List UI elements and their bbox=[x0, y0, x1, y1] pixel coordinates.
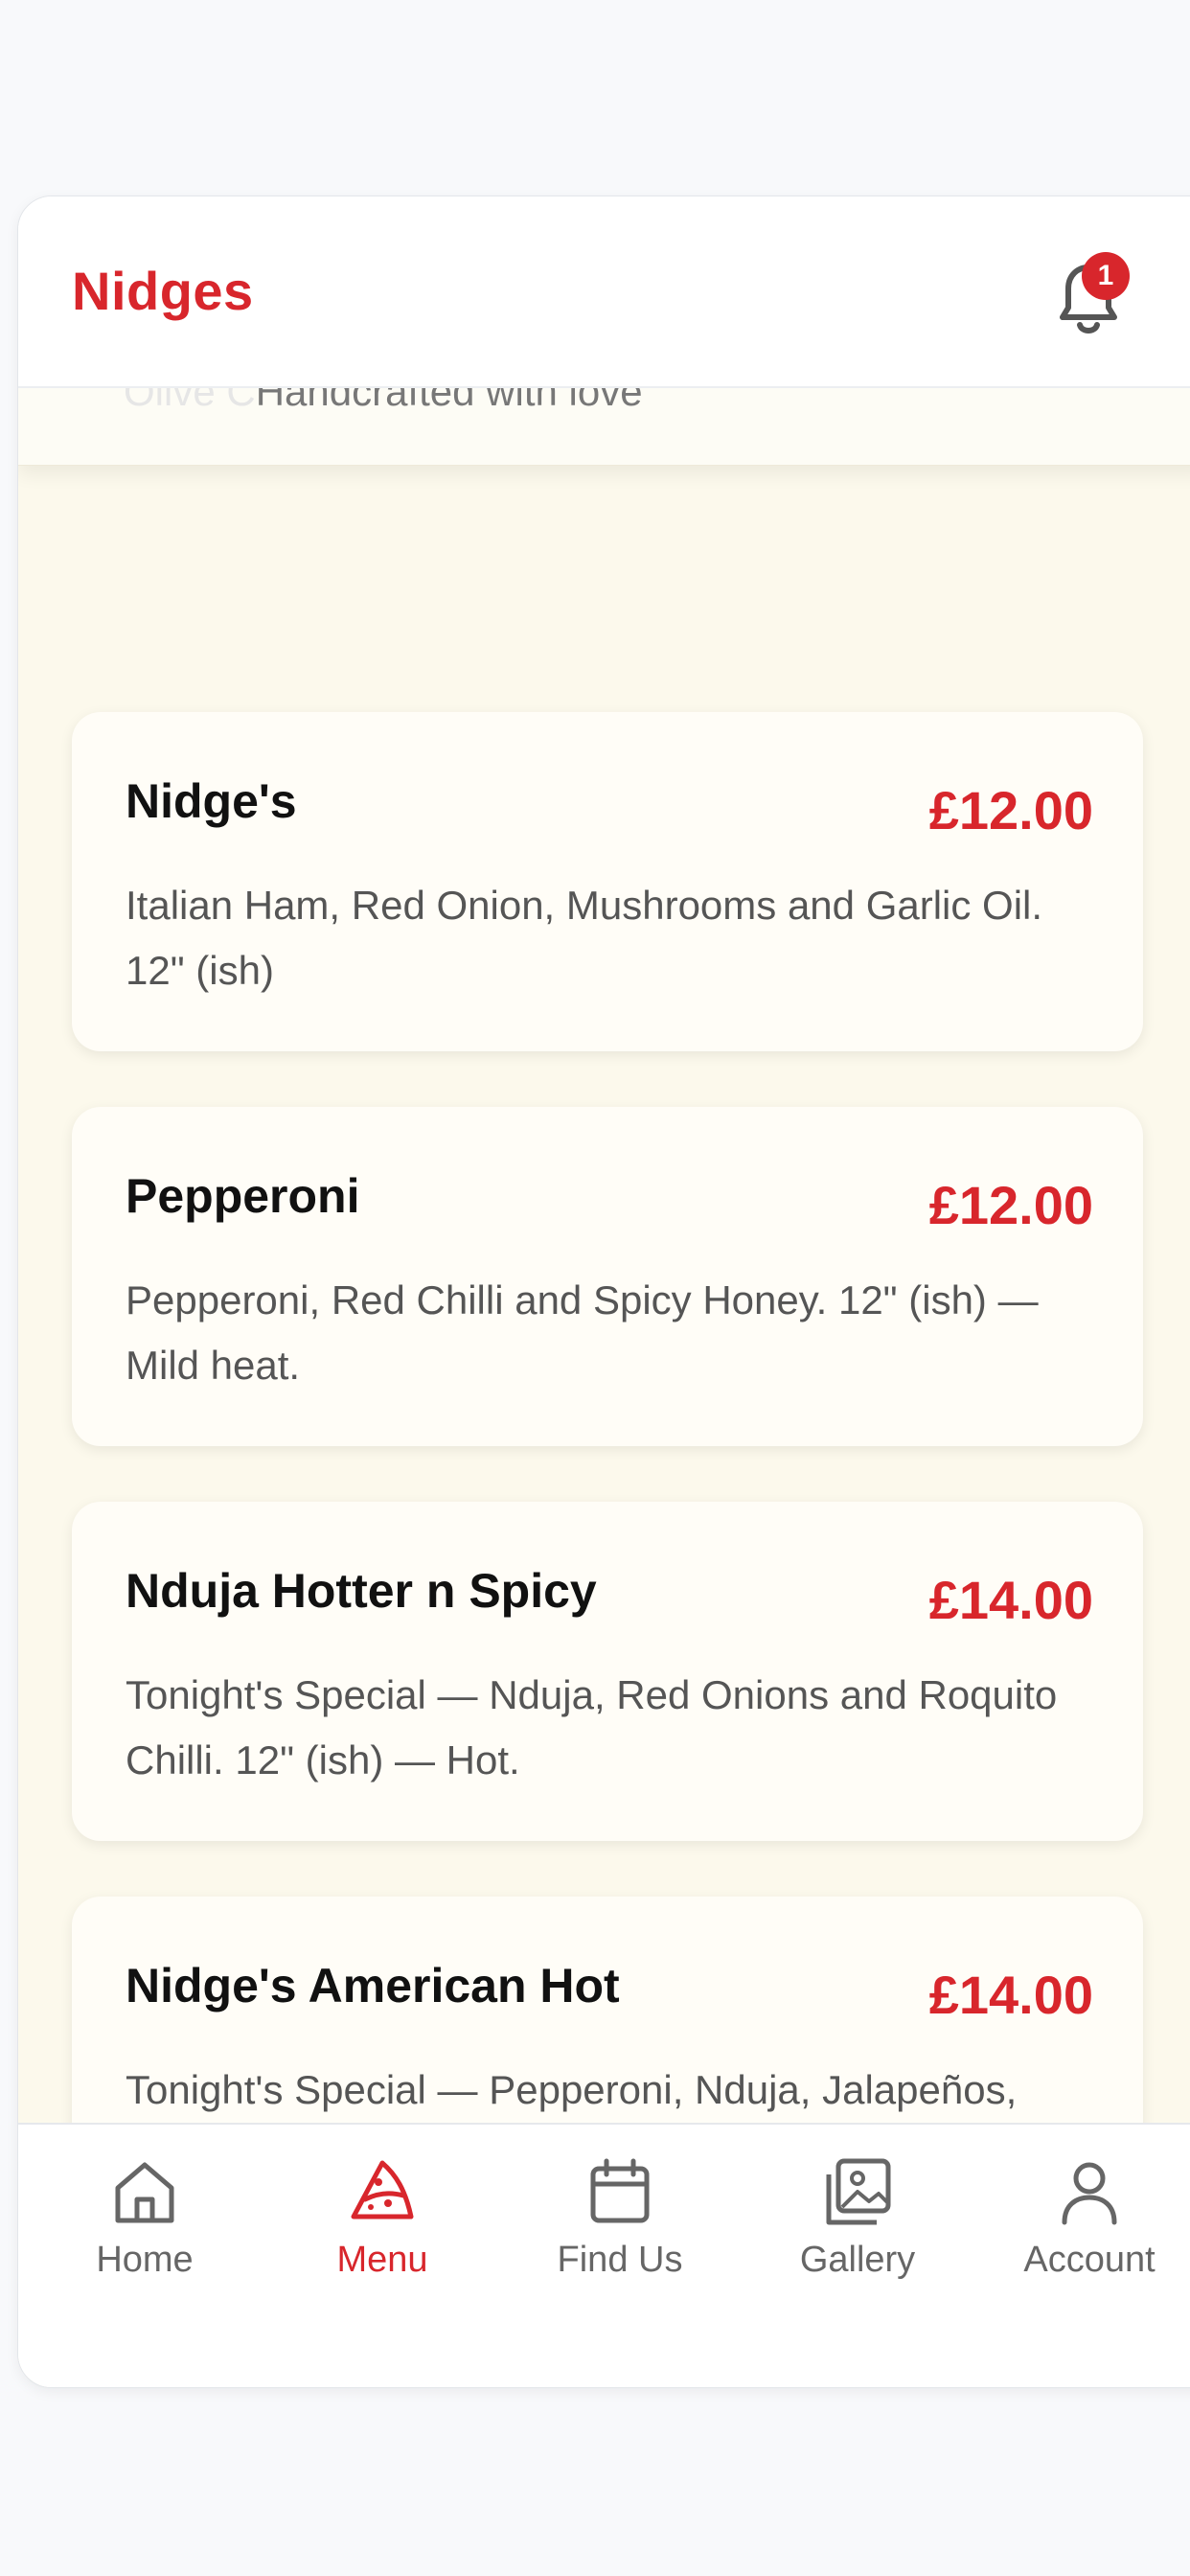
item-description: Pepperoni, Red Chilli and Spicy Honey. 1… bbox=[126, 1277, 1039, 1388]
user-icon bbox=[1062, 2162, 1117, 2225]
tab-menu[interactable]: Menu bbox=[277, 2153, 488, 2326]
brand-title: Nidges bbox=[72, 261, 254, 321]
tab-account[interactable]: Account bbox=[984, 2153, 1190, 2326]
tab-find-us[interactable]: Find Us bbox=[515, 2153, 725, 2326]
tab-label: Find Us bbox=[557, 2240, 683, 2280]
tab-label: Home bbox=[96, 2240, 194, 2280]
item-price: £12.00 bbox=[928, 780, 1093, 840]
item-name: Nidge's American Hot bbox=[126, 1959, 620, 2012]
hero-peek: Olive CHandcrafted with love bbox=[18, 388, 1190, 466]
item-price: £14.00 bbox=[928, 1570, 1093, 1630]
app-frame: Nidges 1 Olive CHandcrafted with love Ni… bbox=[17, 196, 1190, 2388]
item-price: £12.00 bbox=[928, 1175, 1093, 1235]
bottom-tab-bar: Home Menu Find Us Gallery Account bbox=[18, 2123, 1190, 2387]
item-description: Italian Ham, Red Onion, Mushrooms and Ga… bbox=[126, 883, 1043, 993]
menu-item-card[interactable]: Nduja Hotter n Spicy £14.00 Tonight's Sp… bbox=[72, 1502, 1143, 1841]
menu-item-card[interactable]: Nidge's £12.00 Italian Ham, Red Onion, M… bbox=[72, 712, 1143, 1051]
calendar-icon bbox=[590, 2158, 650, 2223]
item-name: Pepperoni bbox=[126, 1169, 360, 1223]
menu-list: Nidge's £12.00 Italian Ham, Red Onion, M… bbox=[18, 465, 1190, 2387]
app-header: Nidges 1 bbox=[18, 196, 1190, 388]
tab-home[interactable]: Home bbox=[39, 2153, 250, 2326]
tab-label: Account bbox=[1023, 2240, 1156, 2280]
peek-faded-text: Olive C bbox=[124, 388, 256, 414]
pizza-icon bbox=[351, 2160, 414, 2220]
item-price: £14.00 bbox=[928, 1965, 1093, 2025]
item-description: Tonight's Special — Nduja, Red Onions an… bbox=[126, 1672, 1058, 1782]
notification-badge: 1 bbox=[1082, 252, 1130, 300]
item-name: Nduja Hotter n Spicy bbox=[126, 1564, 597, 1618]
item-name: Nidge's bbox=[126, 774, 297, 828]
tab-label: Gallery bbox=[799, 2240, 916, 2280]
home-icon bbox=[115, 2162, 174, 2223]
menu-item-card[interactable]: Pepperoni £12.00 Pepperoni, Red Chilli a… bbox=[72, 1107, 1143, 1446]
tab-label: Menu bbox=[336, 2240, 428, 2280]
tab-gallery[interactable]: Gallery bbox=[752, 2153, 963, 2326]
peek-tagline: Handcrafted with love bbox=[255, 388, 643, 414]
gallery-icon bbox=[826, 2158, 891, 2225]
